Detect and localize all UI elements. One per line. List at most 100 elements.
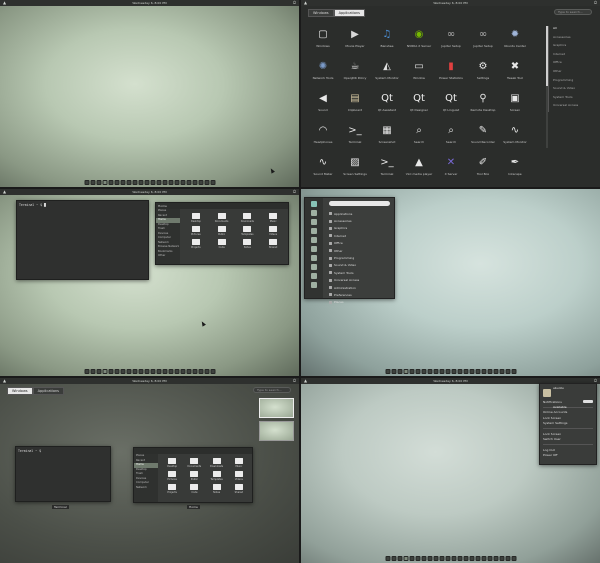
dock-app-icon[interactable] <box>144 369 149 374</box>
dock-app-icon[interactable] <box>120 180 125 185</box>
tab-windows[interactable]: Windows <box>7 387 33 395</box>
folder-item[interactable]: Documents <box>183 458 205 468</box>
menu-item[interactable]: Internet <box>329 232 359 239</box>
app-launcher[interactable]: ◠ Headphones <box>307 122 339 148</box>
dock-app-icon[interactable] <box>132 369 137 374</box>
tab-applications[interactable]: Applications <box>333 9 366 17</box>
dock-app-icon[interactable] <box>469 369 474 374</box>
category-item[interactable]: All <box>553 26 594 35</box>
app-launcher[interactable]: ▲ VLC media player <box>403 154 435 180</box>
notifications-row[interactable]: Notifications <box>543 399 593 405</box>
dock-app-icon[interactable] <box>132 180 137 185</box>
dock-app-icon[interactable] <box>198 180 203 185</box>
menu-item[interactable]: Preferences <box>329 291 359 298</box>
power-icon[interactable]: ⏻ <box>293 189 296 195</box>
app-launcher[interactable]: ⌕ Search <box>435 122 467 148</box>
folder-item[interactable]: Desktop <box>161 458 183 468</box>
dock-app-icon[interactable] <box>427 369 432 374</box>
tab-applications[interactable]: Applications <box>32 387 65 395</box>
app-launcher[interactable]: ▤ Clipboard <box>339 90 371 116</box>
dock-app-icon[interactable] <box>162 369 167 374</box>
menu-item[interactable]: Sound & Video <box>329 262 359 269</box>
search-input[interactable]: Type to search... <box>253 387 291 393</box>
app-launcher[interactable]: ◉ NVIDIA X Server <box>403 26 435 52</box>
dock-app-icon[interactable] <box>114 369 119 374</box>
dock-app-icon[interactable] <box>487 556 492 561</box>
app-launcher[interactable]: ▭ Window <box>403 58 435 84</box>
dock-app-icon[interactable] <box>204 180 209 185</box>
terminal-window[interactable]: Terminal ~ $ █ <box>16 200 149 280</box>
dock-app-icon[interactable] <box>397 556 402 561</box>
menu-item[interactable]: System Tools <box>329 269 359 276</box>
app-launcher[interactable]: ▢ Windows <box>307 26 339 52</box>
dock-app-icon[interactable] <box>415 556 420 561</box>
app-launcher[interactable]: >_ Terminal <box>339 122 371 148</box>
app-launcher[interactable]: ✺ Network Tools <box>307 58 339 84</box>
dock-app-icon[interactable] <box>385 556 390 561</box>
dock-app-icon[interactable] <box>204 369 209 374</box>
category-item[interactable]: Universal Access <box>553 103 594 112</box>
dock-app-icon[interactable] <box>108 369 113 374</box>
clock[interactable]: Wednesday 6, 8:00 PM <box>301 0 600 6</box>
category-item[interactable]: Sound & Video <box>553 86 594 95</box>
app-launcher[interactable]: ✎ Sound Recorder <box>467 122 499 148</box>
system-menu-item[interactable]: System Settings <box>543 421 593 427</box>
app-launcher[interactable]: ✕ X Server <box>435 154 467 180</box>
app-launcher[interactable]: ▣ Screen <box>499 90 531 116</box>
dock-app-icon[interactable] <box>499 556 504 561</box>
dock-app-icon[interactable] <box>505 369 510 374</box>
folder-item[interactable]: Pictures <box>183 226 209 236</box>
system-menu-item[interactable]: Power Off <box>543 453 593 459</box>
menu-item[interactable]: Places <box>329 299 359 306</box>
menu-item[interactable]: Administration <box>329 284 359 291</box>
power-icon[interactable]: ⏻ <box>594 0 597 6</box>
dock-app-icon[interactable] <box>144 180 149 185</box>
dock-app-icon[interactable] <box>409 369 414 374</box>
dock-app-icon[interactable] <box>174 369 179 374</box>
app-launcher[interactable]: Qt Qt Assistant <box>371 90 403 116</box>
dock-app-icon[interactable] <box>493 369 498 374</box>
category-item[interactable]: Internet <box>553 52 594 61</box>
dock-app-icon[interactable] <box>457 556 462 561</box>
clock[interactable]: Wednesday 6, 8:00 PM <box>0 0 299 6</box>
files-window-preview[interactable]: Places Recent Home Desktop Trash Devices Compu… <box>133 447 253 503</box>
folder-item[interactable]: Shared <box>260 239 286 249</box>
dock-app-icon[interactable] <box>96 180 101 185</box>
dock-app-icon[interactable] <box>469 556 474 561</box>
folder-item[interactable]: Code <box>209 239 235 249</box>
dock-app-icon[interactable] <box>421 369 426 374</box>
dock-app-icon[interactable] <box>126 180 131 185</box>
power-icon[interactable]: ⏻ <box>293 0 296 6</box>
folder-item[interactable]: Projects <box>183 239 209 249</box>
app-launcher[interactable]: ⚲ Remote Desktop <box>467 90 499 116</box>
app-launcher[interactable]: ▮ Power Statistics <box>435 58 467 84</box>
folder-item[interactable]: Code <box>183 484 205 494</box>
dock-app-icon[interactable] <box>90 180 95 185</box>
dock-app-icon[interactable] <box>505 556 510 561</box>
menu-item[interactable]: Office <box>329 240 359 247</box>
app-launcher[interactable]: ∞ Jupiter Setup <box>435 26 467 52</box>
dock-app-icon[interactable] <box>210 369 215 374</box>
app-launcher[interactable]: ▦ Screenshot <box>371 122 403 148</box>
menu-item[interactable]: Universal Access <box>329 277 359 284</box>
app-launcher[interactable]: ∿ Sound Meter <box>307 154 339 180</box>
dock-app-icon[interactable] <box>138 369 143 374</box>
category-item[interactable]: Other <box>553 69 594 78</box>
dock-app-icon[interactable] <box>174 180 179 185</box>
power-icon[interactable]: ⏻ <box>293 378 296 384</box>
tab-windows[interactable]: Windows <box>308 9 334 17</box>
files-window[interactable]: Home Places Recent Home Desktop Trash Devices… <box>155 202 289 265</box>
folder-item[interactable]: Documents <box>209 213 235 223</box>
dock-app-icon[interactable] <box>168 369 173 374</box>
app-launcher[interactable]: ⚙ Settings <box>467 58 499 84</box>
dock-app-icon[interactable] <box>397 369 402 374</box>
dock-app-icon[interactable] <box>192 369 197 374</box>
dock-app-icon[interactable] <box>385 369 390 374</box>
dock-app-icon[interactable] <box>463 556 468 561</box>
app-launcher[interactable]: ∿ System Monitor <box>499 122 531 148</box>
dock-app-icon[interactable] <box>451 369 456 374</box>
dock-app-icon[interactable] <box>186 180 191 185</box>
app-launcher[interactable]: ✒ Inkscape <box>499 154 531 180</box>
dock-app-icon[interactable] <box>162 180 167 185</box>
dock-app-icon[interactable] <box>487 369 492 374</box>
